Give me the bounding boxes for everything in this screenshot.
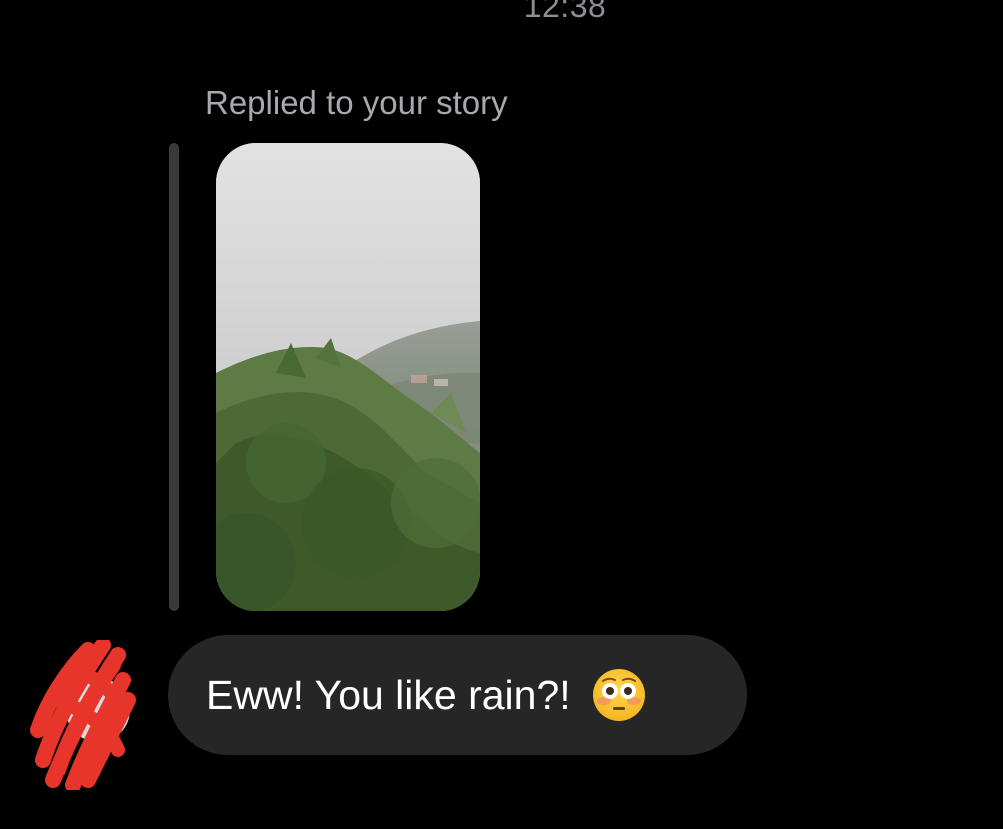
flushed-face-icon <box>591 667 647 723</box>
story-reply-label: Replied to your story <box>205 84 508 121</box>
story-image <box>216 143 480 611</box>
avatar[interactable] <box>28 637 138 793</box>
reply-indicator-bar <box>169 143 179 611</box>
redacted-avatar-scribble <box>30 637 136 793</box>
message-timestamp: 12:38 <box>523 0 607 24</box>
message-text: Eww! You like rain?! <box>206 671 571 718</box>
message-bubble[interactable]: Eww! You like rain?! <box>168 635 747 755</box>
story-thumbnail[interactable]: :) <box>216 143 480 611</box>
